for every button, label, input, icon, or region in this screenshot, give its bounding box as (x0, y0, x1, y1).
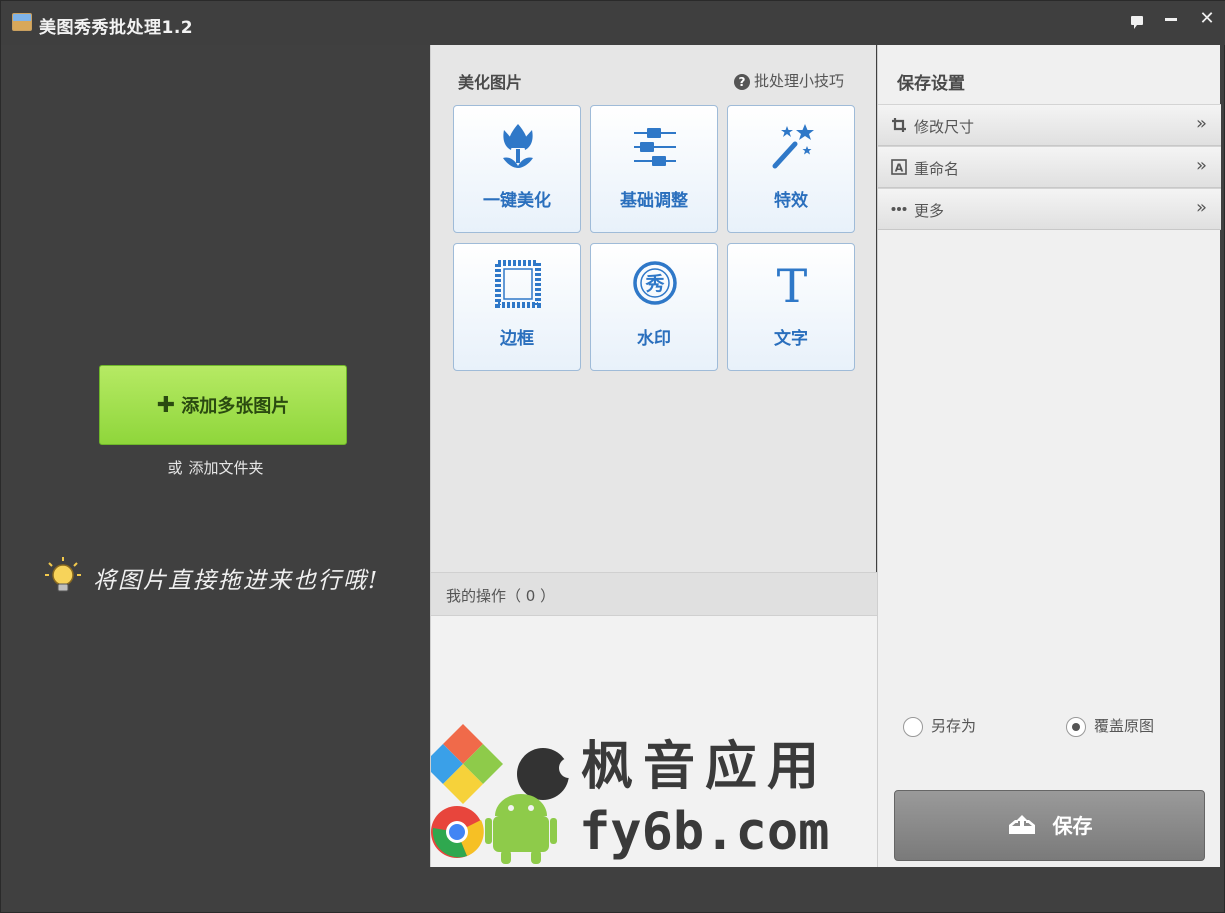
double-chevron-icon: » (1195, 155, 1207, 176)
batch-tips-link[interactable]: ? 批处理小技巧 (733, 70, 844, 91)
drag-hint-text: 将图片直接拖进来也行哦! (93, 568, 380, 594)
my-operations-label: 我的操作（ 0 ） (446, 587, 556, 605)
save-as-label: 另存为 (931, 717, 977, 735)
or-label: 或 (167, 459, 183, 477)
batch-tips-label: 批处理小技巧 (753, 72, 844, 90)
question-icon: ? (733, 74, 750, 90)
plus-icon: ✚ (156, 393, 176, 418)
add-folder-line: 或添加文件夹 (1, 457, 430, 478)
watermark-icon: 秀 (633, 261, 677, 305)
site-watermark: 枫音应用 fy6b.com (431, 724, 877, 867)
tile-effects[interactable]: 特效 (727, 105, 855, 233)
watermark-logo-icon (431, 724, 579, 864)
tile-label: 特效 (774, 191, 808, 211)
row-label: 更多 (914, 202, 945, 220)
row-more[interactable]: 更多 » (878, 188, 1221, 230)
crop-icon (892, 118, 906, 132)
watermark-text-brand: 枫音应用 (581, 737, 830, 797)
text-icon: T (777, 259, 808, 310)
tile-basic-adjust[interactable]: 基础调整 (590, 105, 718, 233)
tile-text[interactable]: T 文字 (727, 243, 855, 371)
add-images-button[interactable]: ✚ 添加多张图片 (99, 365, 347, 445)
svg-text:A: A (895, 162, 904, 175)
overwrite-radio[interactable] (1066, 716, 1086, 737)
tulip-icon (503, 124, 533, 168)
more-icon (891, 207, 907, 211)
sliders-icon (634, 128, 676, 166)
tile-label: 文字 (774, 329, 808, 349)
beautify-panel: 美化图片 ? 批处理小技巧 一键美化 基础调整 特效 边框 秀 水印 T 文字 … (430, 45, 877, 867)
add-images-label: 添加多张图片 (181, 396, 290, 417)
double-chevron-icon: » (1195, 113, 1207, 134)
overwrite-label: 覆盖原图 (1094, 717, 1155, 735)
tile-label: 水印 (637, 329, 671, 349)
tile-one-click-beautify[interactable]: 一键美化 (453, 105, 581, 233)
feedback-icon (1131, 16, 1143, 29)
minimize-button[interactable] (1159, 7, 1183, 31)
svg-text:T: T (777, 259, 808, 310)
save-button[interactable]: 保存 (894, 790, 1205, 861)
minimize-icon (1165, 18, 1177, 21)
beautify-heading: 美化图片 (458, 73, 523, 92)
close-button[interactable]: ✕ (1195, 7, 1219, 31)
row-resize[interactable]: 修改尺寸 » (878, 104, 1221, 146)
lightbulb-icon (45, 557, 81, 592)
close-icon: ✕ (1199, 8, 1215, 29)
feedback-button[interactable] (1125, 7, 1149, 31)
tile-label: 一键美化 (483, 191, 551, 211)
add-folder-link[interactable]: 添加文件夹 (189, 459, 264, 477)
double-chevron-icon: » (1195, 197, 1207, 218)
rename-icon: A (891, 159, 907, 175)
save-upload-icon (1008, 814, 1035, 834)
app-window: 美图秀秀批处理1.2 ✕ ✚ 添加多张图片 或添加文件夹 将图片直接拖进来也行哦!… (0, 0, 1225, 913)
tile-label: 基础调整 (620, 191, 688, 211)
save-as-option[interactable]: 另存为 (903, 715, 976, 737)
svg-text:秀: 秀 (644, 273, 665, 295)
save-button-label: 保存 (1052, 814, 1093, 838)
save-as-radio[interactable] (903, 716, 923, 737)
left-panel: ✚ 添加多张图片 或添加文件夹 将图片直接拖进来也行哦! (1, 45, 430, 913)
row-label: 重命名 (914, 160, 960, 178)
operations-list: 枫音应用 fy6b.com (431, 616, 877, 867)
frame-icon (495, 260, 541, 308)
overwrite-option[interactable]: 覆盖原图 (1066, 715, 1154, 737)
row-rename[interactable]: A 重命名 » (878, 146, 1221, 188)
save-settings-panel: 保存设置 修改尺寸 » A 重命名 » 更多 » 另存为 覆盖原图 保存 (877, 45, 1221, 867)
tile-label: 边框 (500, 329, 534, 349)
app-logo-icon (12, 13, 32, 31)
tile-frame[interactable]: 边框 (453, 243, 581, 371)
save-settings-heading: 保存设置 (897, 74, 965, 94)
magic-wand-icon (772, 124, 814, 169)
tile-watermark[interactable]: 秀 水印 (590, 243, 718, 371)
watermark-text-domain: fy6b.com (579, 802, 830, 862)
row-label: 修改尺寸 (914, 118, 975, 136)
my-operations-bar: 我的操作（ 0 ） (431, 572, 877, 616)
window-title: 美图秀秀批处理1.2 (39, 18, 194, 38)
title-bar[interactable]: 美图秀秀批处理1.2 ✕ (1, 1, 1225, 45)
